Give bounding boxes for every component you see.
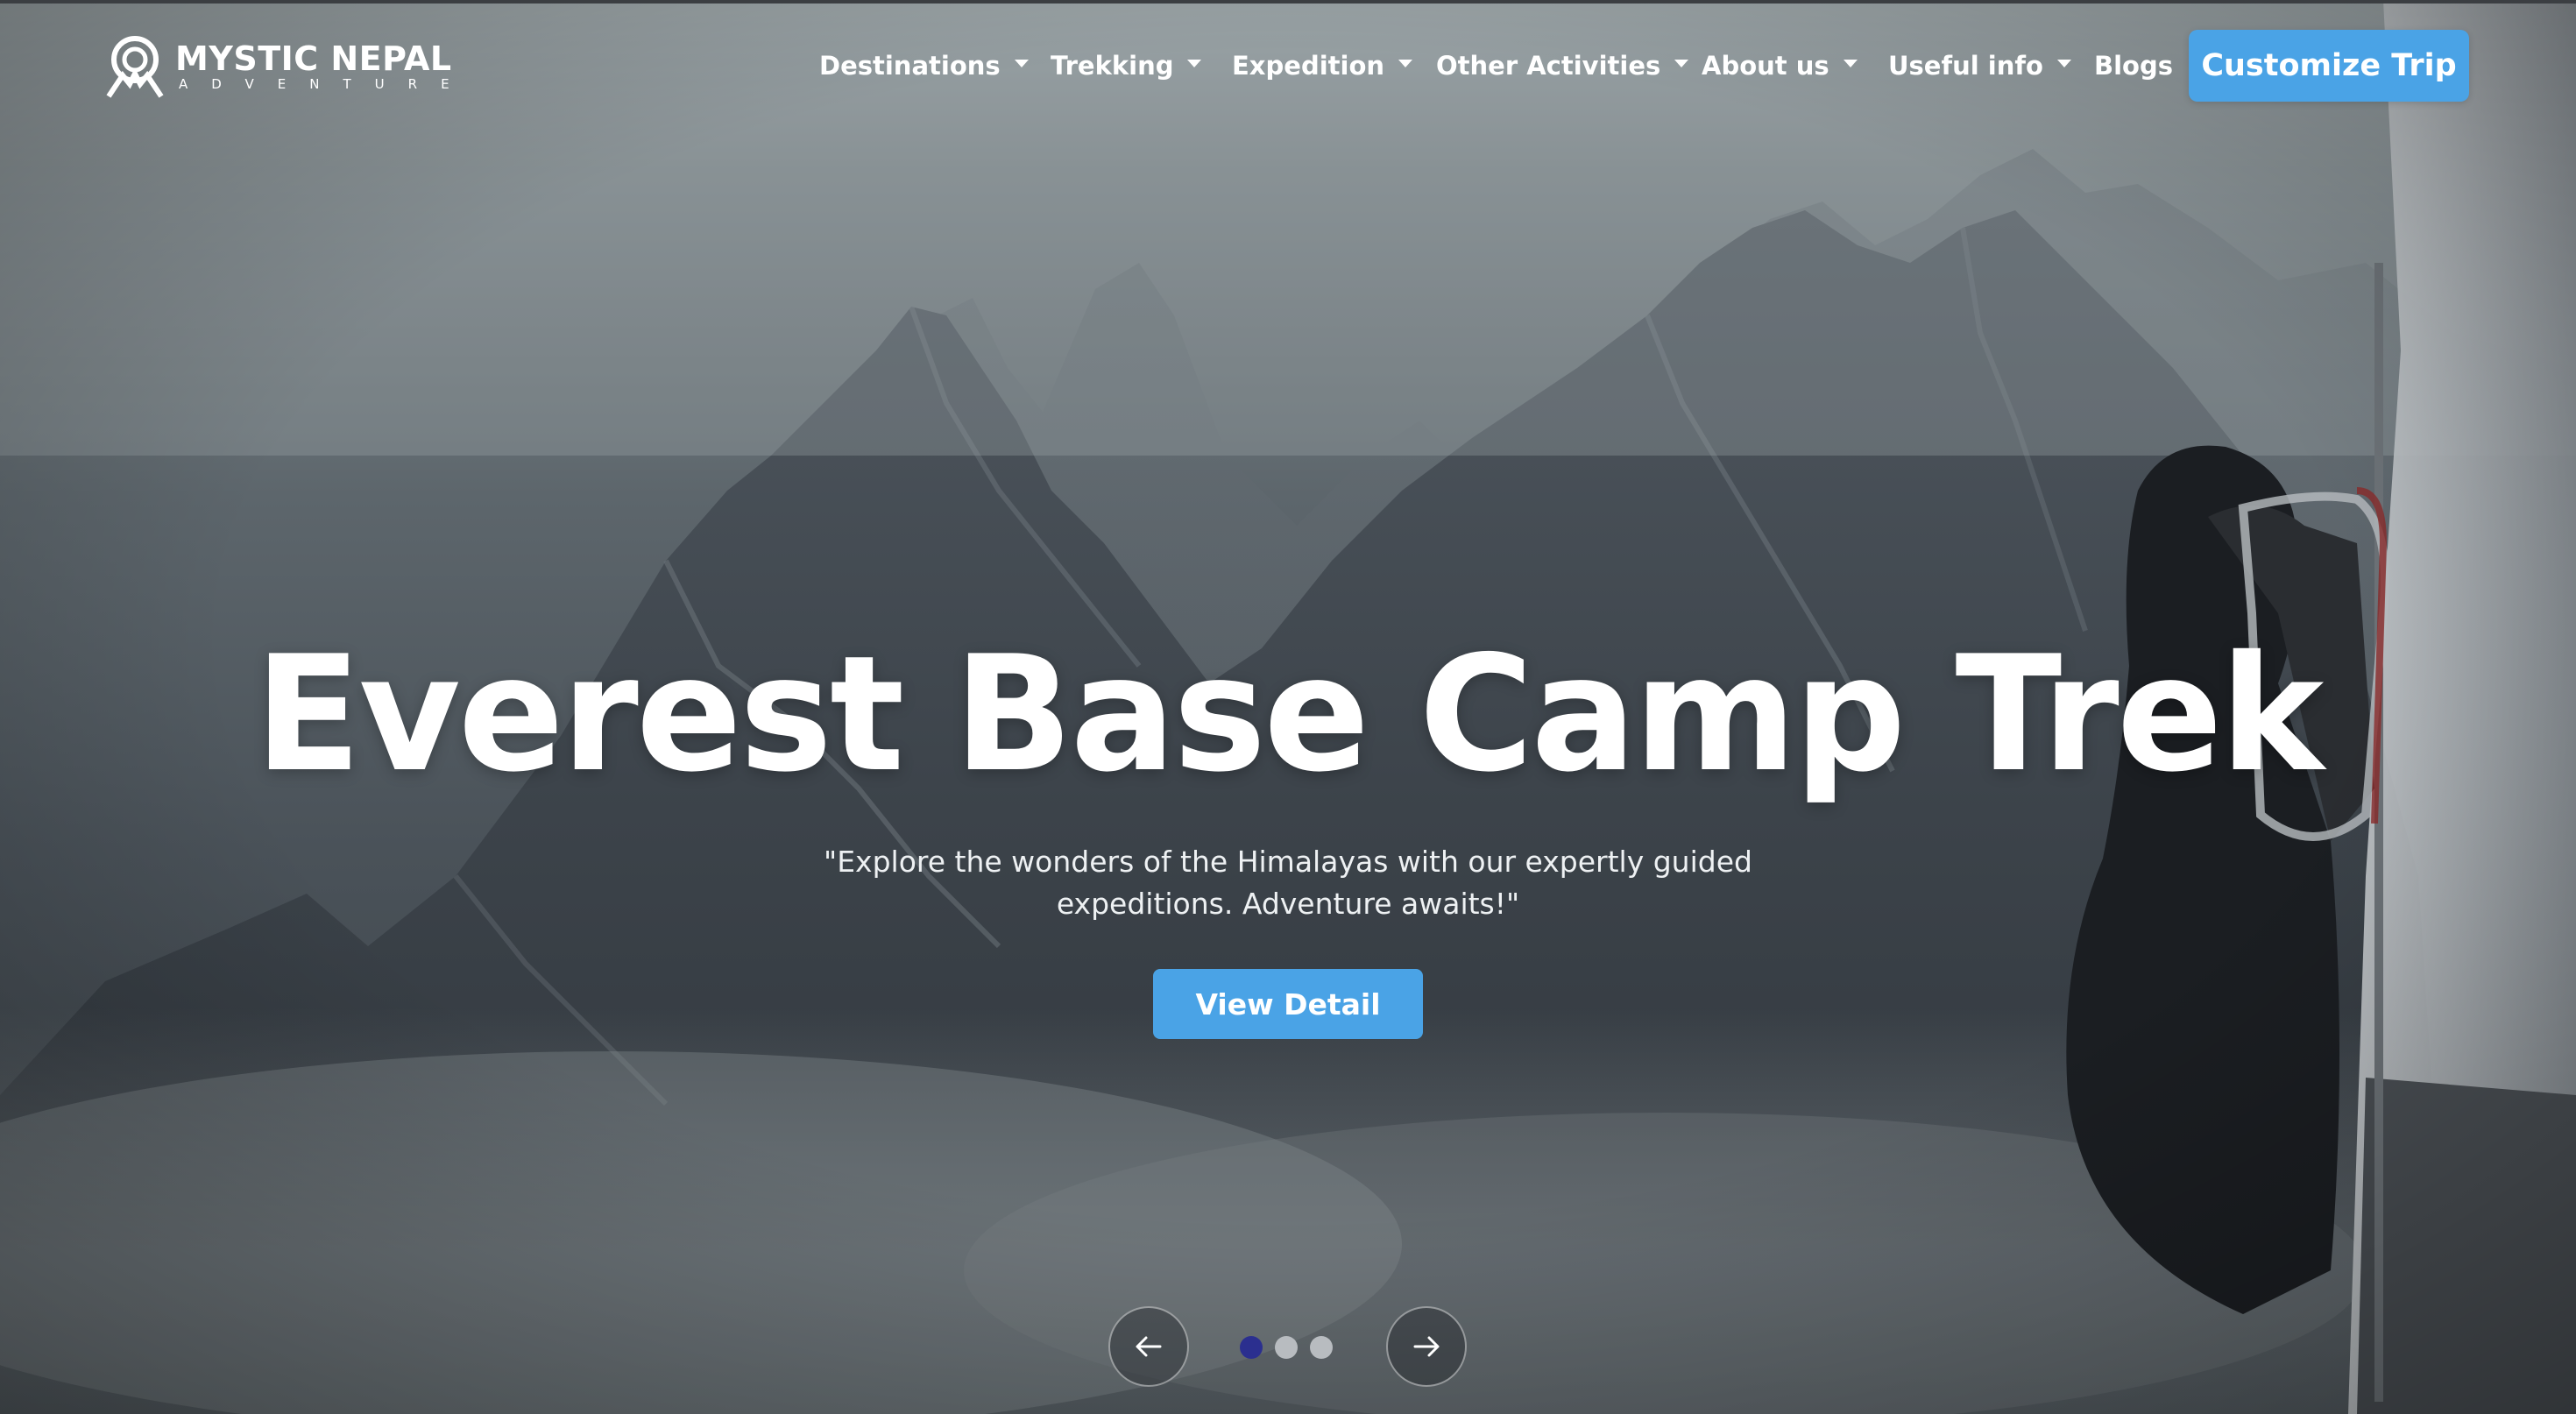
nav-label: About us [1702,51,1829,81]
caret-down-icon [1843,59,1858,67]
nav-item-trekking[interactable]: Trekking [1051,49,1202,82]
nav-label: Useful info [1888,51,2043,81]
nav-label: Other Activities [1436,51,1661,81]
nav-label: Destinations [819,51,1001,81]
nav-label: Trekking [1051,51,1174,81]
caret-down-icon [1014,59,1029,67]
carousel-dot-2[interactable] [1275,1336,1298,1359]
caret-down-icon [1398,59,1413,67]
caret-down-icon [1674,59,1689,67]
hero-subtitle-line-1: "Explore the wonders of the Himalayas wi… [824,845,1752,879]
nav-item-other-activities[interactable]: Other Activities [1436,49,1689,82]
hero-title: Everest Base Camp Trek [254,621,2325,807]
carousel-dot-3[interactable] [1310,1336,1333,1359]
view-detail-button[interactable]: View Detail [1153,969,1423,1039]
carousel-prev-button[interactable] [1108,1306,1189,1387]
nav-item-blogs[interactable]: Blogs [2094,49,2173,82]
nav-label: Blogs [2094,51,2173,81]
hero-subtitle-line-2: expeditions. Adventure awaits!" [1056,887,1520,921]
caret-down-icon [1187,59,1202,67]
caret-down-icon [2056,59,2071,67]
carousel-indicators [1240,1336,1333,1359]
carousel-dot-1[interactable] [1240,1336,1263,1359]
nav-item-destinations[interactable]: Destinations [819,49,1029,82]
carousel-next-button[interactable] [1386,1306,1467,1387]
hero-section: MYSTIC NEPAL ADVENTURE Destinations Trek… [0,0,2576,1414]
nav-item-expedition[interactable]: Expedition [1232,49,1413,82]
main-navbar: MYSTIC NEPAL ADVENTURE Destinations Trek… [0,0,2576,131]
customize-trip-button[interactable]: Customize Trip [2189,30,2469,102]
arrow-left-icon [1136,1336,1162,1357]
hero-subtitle: "Explore the wonders of the Himalayas wi… [824,841,1752,925]
arrow-right-icon [1413,1336,1440,1357]
nav-item-useful-info[interactable]: Useful info [1888,49,2071,82]
nav-item-about-us[interactable]: About us [1702,49,1858,82]
nav-label: Expedition [1232,51,1385,81]
